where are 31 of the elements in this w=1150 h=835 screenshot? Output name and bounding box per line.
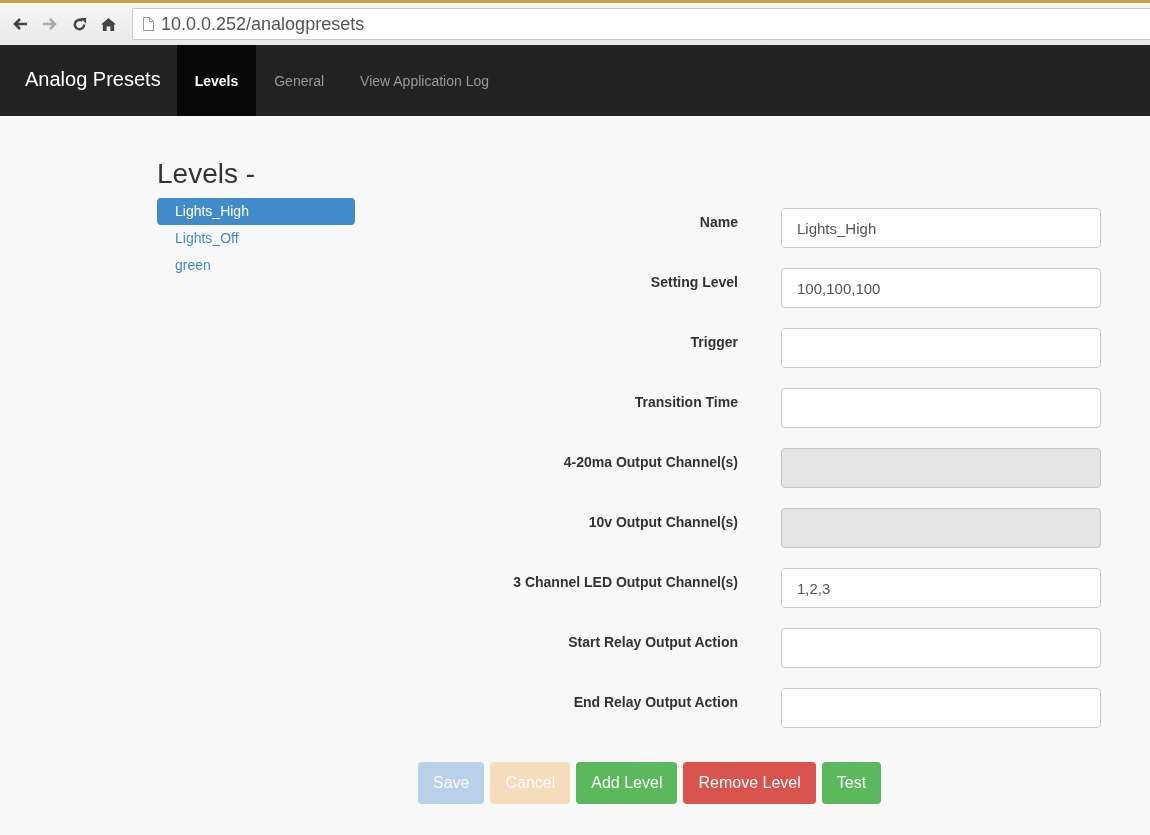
back-icon[interactable] <box>12 17 28 31</box>
nav-tab[interactable]: General <box>256 45 343 116</box>
field-label: Start Relay Output Action <box>567 633 738 652</box>
level-item[interactable]: Lights_High <box>157 198 355 225</box>
field-label: Trigger <box>689 333 738 352</box>
input-field[interactable] <box>781 688 1101 728</box>
reload-icon[interactable] <box>72 16 87 32</box>
field-label: Setting Level <box>649 273 738 292</box>
level-item[interactable]: Lights_Off <box>157 225 355 252</box>
forward-icon[interactable] <box>42 17 58 31</box>
field-label: Transition Time <box>633 393 738 412</box>
home-icon[interactable] <box>101 16 116 32</box>
input-field[interactable]: 100,100,100 <box>781 268 1101 308</box>
nav-tab[interactable]: View Application Log <box>342 45 507 116</box>
input-field[interactable] <box>781 388 1101 428</box>
page-icon <box>143 17 154 31</box>
input-field[interactable] <box>781 328 1101 368</box>
field-label: 3 Channel LED Output Channel(s) <box>512 573 738 592</box>
input-field[interactable]: 1,2,3 <box>781 568 1101 608</box>
field-label: Name <box>698 213 738 232</box>
field-label: 4-20ma Output Channel(s) <box>562 453 738 472</box>
app-title[interactable]: Analog Presets <box>0 45 177 113</box>
section-title: Levels - <box>157 158 257 190</box>
input-field[interactable]: Lights_High <box>781 208 1101 248</box>
address-bar[interactable]: 10.0.0.252/analogpresets <box>132 8 1150 40</box>
nav-tab[interactable]: Levels <box>176 45 257 116</box>
field-label: 10v Output Channel(s) <box>587 513 738 532</box>
input-field[interactable] <box>781 628 1101 668</box>
action-button[interactable]: Remove Level <box>683 762 816 804</box>
level-item[interactable]: green <box>157 252 355 279</box>
field-label: End Relay Output Action <box>572 693 738 712</box>
